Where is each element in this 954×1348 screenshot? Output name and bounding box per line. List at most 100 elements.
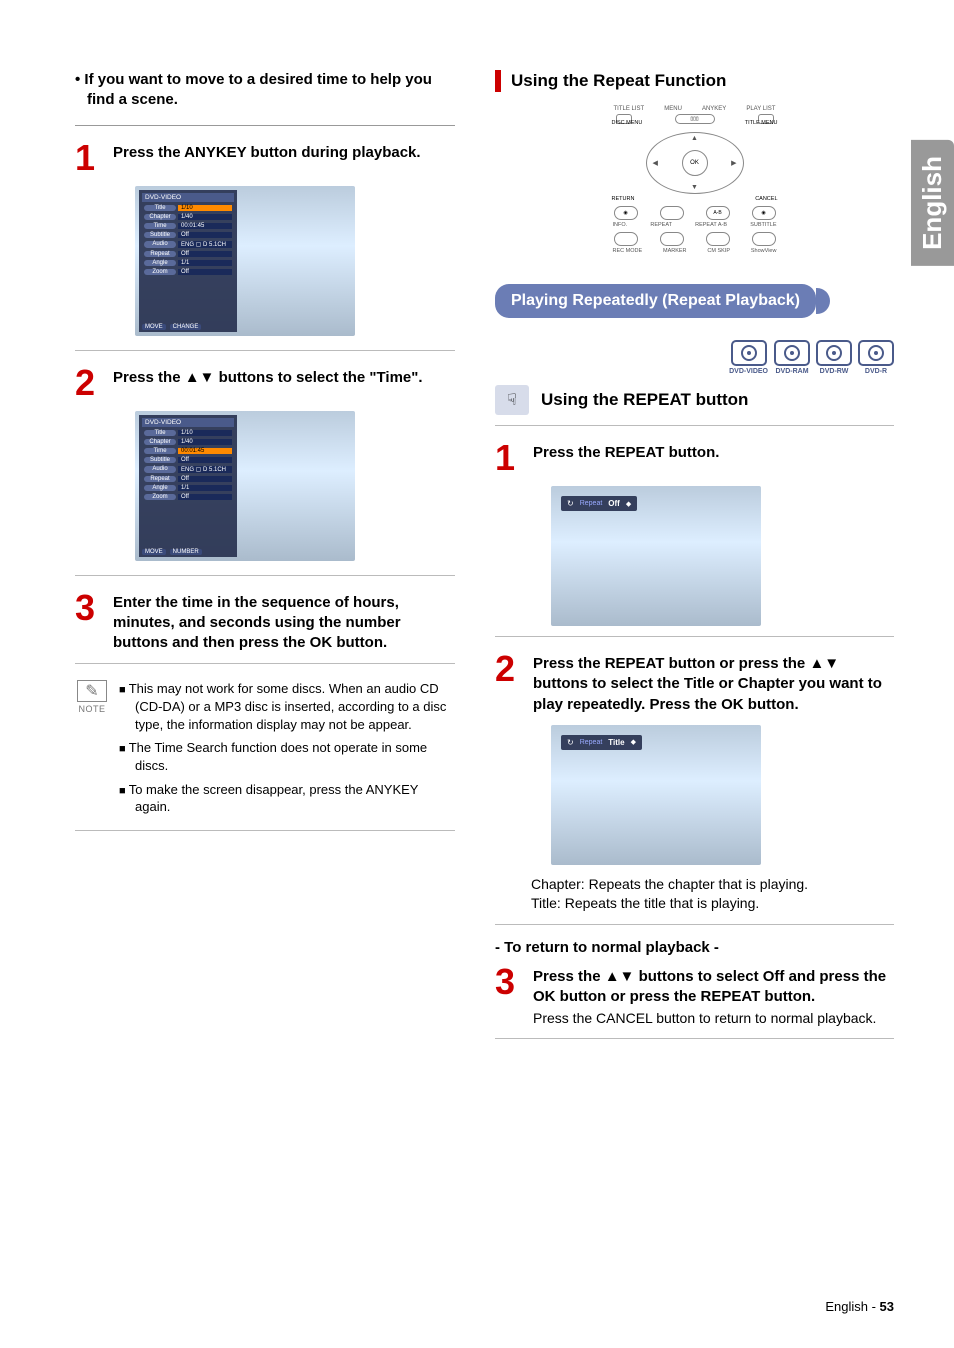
osd-repeat-value: Off	[178, 476, 232, 482]
section-bar-icon	[495, 70, 501, 92]
up-arrow-icon: ▲	[691, 135, 698, 142]
right-arrow-icon: ▶	[731, 159, 736, 167]
down-arrow-icon: ▼	[691, 184, 698, 191]
language-tab: English	[911, 140, 954, 266]
repeat-bar-value: Title	[608, 738, 624, 747]
remote-label: CM SKIP	[707, 248, 730, 254]
osd-angle-value: 1/1	[178, 485, 232, 491]
remote-label: PLAY LIST	[746, 106, 775, 112]
r-step-1-title: Press the REPEAT button.	[533, 443, 894, 463]
osd-header: DVD-VIDEO	[142, 418, 234, 427]
repeat-bar-label: Repeat	[580, 500, 603, 507]
repeat-bar-arrows: ◆	[626, 500, 631, 508]
step-1: 1 Press the ANYKEY button during playbac…	[75, 140, 455, 176]
remote-button: ▯▯▯	[675, 114, 715, 124]
osd-footer-number: NUMBER	[170, 549, 202, 555]
repeat-loop-icon: ↻	[567, 738, 574, 747]
subhead-text: Using the REPEAT button	[541, 390, 748, 410]
remote-label: REPEAT A-B	[695, 222, 727, 228]
divider	[75, 663, 455, 664]
r-step-2-title: Press the REPEAT button or press the ▲▼ …	[533, 654, 894, 715]
footer-prefix: English -	[825, 1299, 879, 1314]
osd-zoom-value: Off	[178, 269, 232, 275]
step-3: 3 Enter the time in the sequence of hour…	[75, 590, 455, 654]
remote-label: TITLE LIST	[614, 106, 645, 112]
step-number: 3	[495, 964, 523, 1028]
step-2-desc-chapter: Chapter: Repeats the chapter that is pla…	[531, 875, 894, 895]
remote-button	[660, 206, 684, 220]
divider	[495, 924, 894, 925]
osd-repeat-label: Repeat	[144, 476, 176, 482]
disc-icon	[858, 340, 894, 366]
subsection-title: Playing Repeatedly (Repeat Playback)	[495, 284, 816, 318]
osd-footer-move: MOVE	[142, 549, 166, 555]
step-3-title: Enter the time in the sequence of hours,…	[113, 593, 455, 654]
remote-button: A-B	[706, 206, 730, 220]
remote-label: REPEAT	[650, 222, 672, 228]
note-block: ✎ NOTE This may not work for some discs.…	[75, 680, 455, 822]
step-number: 1	[495, 440, 523, 476]
step-number: 1	[75, 140, 103, 176]
osd-screenshot-1: DVD-VIDEO Title1/10 Chapter1/40 Time00:0…	[135, 186, 355, 336]
intro-text: • If you want to move to a desired time …	[75, 70, 455, 111]
osd-zoom-label: Zoom	[144, 269, 176, 275]
remote-button	[752, 232, 776, 246]
step-2-desc-title: Title: Repeats the title that is playing…	[531, 894, 894, 914]
osd-zoom-value: Off	[178, 494, 232, 500]
osd-angle-value: 1/1	[178, 260, 232, 266]
disc-icon	[816, 340, 852, 366]
divider	[495, 636, 894, 637]
osd-time-value: 00:01:45	[178, 448, 232, 454]
remote-label: ShowView	[751, 248, 777, 254]
osd-subtitle-value: Off	[178, 457, 232, 463]
note-item: To make the screen disappear, press the …	[119, 781, 455, 816]
step-2-title: Press the ▲▼ buttons to select the "Time…	[113, 368, 455, 388]
osd-footer-move: MOVE	[142, 324, 166, 330]
return-normal-heading: - To return to normal playback -	[495, 939, 894, 956]
remote-label: SUBTITLE	[750, 222, 776, 228]
osd-time-label: Time	[144, 448, 176, 454]
disc-label: DVD-RAM	[775, 368, 808, 375]
remote-label: MENU	[664, 106, 682, 112]
osd-repeat-label: Repeat	[144, 251, 176, 257]
osd-chapter-value: 1/40	[178, 214, 232, 220]
remote-button: ◉	[752, 206, 776, 220]
disc-icon	[774, 340, 810, 366]
remote-label: INFO.	[613, 222, 628, 228]
footer-page-number: 53	[880, 1299, 894, 1314]
osd-zoom-label: Zoom	[144, 494, 176, 500]
r-step-2: 2 Press the REPEAT button or press the ▲…	[495, 651, 894, 715]
osd-angle-label: Angle	[144, 260, 176, 266]
left-arrow-icon: ◀	[653, 159, 658, 167]
disc-label: DVD-RW	[820, 368, 849, 375]
osd-footer-change: CHANGE	[170, 324, 202, 330]
osd-time-label: Time	[144, 223, 176, 229]
divider	[75, 830, 455, 831]
remote-label: REC MODE	[613, 248, 643, 254]
step-number: 2	[495, 651, 523, 715]
remote-button	[706, 232, 730, 246]
disc-label: DVD-R	[865, 368, 887, 375]
remote-label: TITLE MENU	[745, 120, 778, 126]
repeat-screenshot-off: ↻ Repeat Off ◆	[551, 486, 761, 626]
divider	[495, 425, 894, 426]
osd-chapter-label: Chapter	[144, 214, 176, 220]
section-header: Using the Repeat Function	[495, 70, 894, 92]
repeat-bar-value: Off	[608, 499, 620, 508]
remote-label: DISC MENU	[612, 120, 643, 126]
osd-subtitle-value: Off	[178, 232, 232, 238]
remote-ok-button: OK	[682, 150, 708, 176]
disc-icons: DVD-VIDEO DVD-RAM DVD-RW DVD-R	[495, 340, 894, 375]
repeat-bar-label: Repeat	[580, 739, 603, 746]
osd-chapter-value: 1/40	[178, 439, 232, 445]
remote-button	[614, 232, 638, 246]
remote-label: RETURN	[612, 196, 635, 202]
note-item: The Time Search function does not operat…	[119, 739, 455, 774]
remote-diagram: TITLE LIST MENU ANYKEY PLAY LIST ▯▯▯ DIS…	[610, 106, 780, 266]
osd-audio-label: Audio	[144, 466, 176, 473]
note-label: NOTE	[75, 704, 109, 714]
hand-icon: ☟	[495, 385, 529, 415]
step-2: 2 Press the ▲▼ buttons to select the "Ti…	[75, 365, 455, 401]
osd-audio-label: Audio	[144, 241, 176, 248]
osd-subtitle-label: Subtitle	[144, 457, 176, 463]
